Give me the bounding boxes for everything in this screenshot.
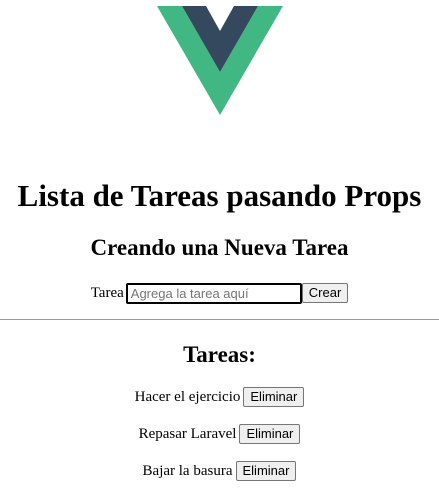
task-input[interactable] [125,282,302,304]
delete-task-button[interactable]: Eliminar [239,424,301,444]
task-item: Bajar la basura Eliminar [0,461,439,498]
tasks-heading: Tareas: [183,342,256,367]
task-item: Hacer el ejercicio Eliminar [0,387,439,424]
task-list: Hacer el ejercicio Eliminar Repasar Lara… [0,387,439,498]
task-item: Repasar Laravel Eliminar [0,424,439,461]
task-text: Bajar la basura [142,463,233,479]
task-input-label: Tarea [90,284,124,301]
new-task-form: Tarea Crear [0,282,439,304]
new-task-heading: Creando una Nueva Tarea [90,235,349,260]
delete-task-button[interactable]: Eliminar [243,387,305,407]
delete-task-button[interactable]: Eliminar [235,461,297,481]
vue-logo-icon [157,6,283,115]
create-button[interactable]: Crear [301,283,349,303]
page-title: Lista de Tareas pasando Props [17,178,422,213]
task-text: Repasar Laravel [138,426,237,442]
task-text: Hacer el ejercicio [134,389,241,405]
section-divider [0,319,439,320]
